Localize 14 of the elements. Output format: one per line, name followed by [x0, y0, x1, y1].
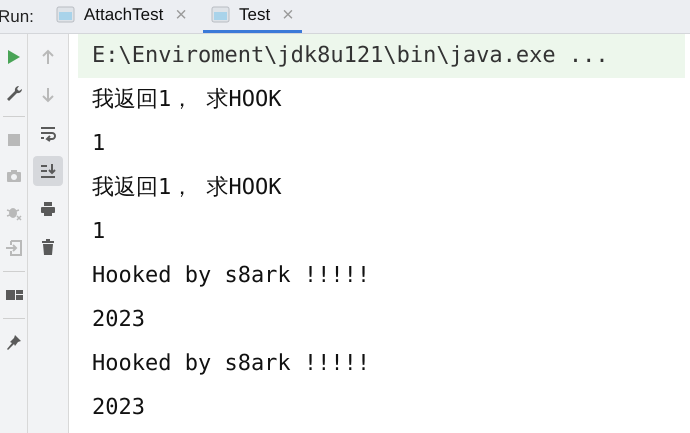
console-output: Hooked by s8ark !!!!!: [91, 262, 372, 290]
console-output: 2023: [91, 306, 146, 334]
tab-label: Test: [238, 4, 270, 26]
console-output: 1: [91, 130, 106, 158]
console-output: 1: [91, 218, 106, 246]
run-tab[interactable]: AttachTest ×: [48, 0, 195, 33]
scroll-to-end-icon[interactable]: [33, 156, 63, 186]
console-output: 我返回1， 求HOOK: [91, 174, 282, 202]
window-icon: [210, 6, 231, 24]
console-output: Hooked by s8ark !!!!!: [91, 350, 372, 378]
console-output: 我返回1， 求HOOK: [91, 86, 282, 114]
tab-label: AttachTest: [84, 4, 164, 26]
console-output: 2023: [91, 394, 146, 422]
window-icon: [56, 6, 76, 24]
